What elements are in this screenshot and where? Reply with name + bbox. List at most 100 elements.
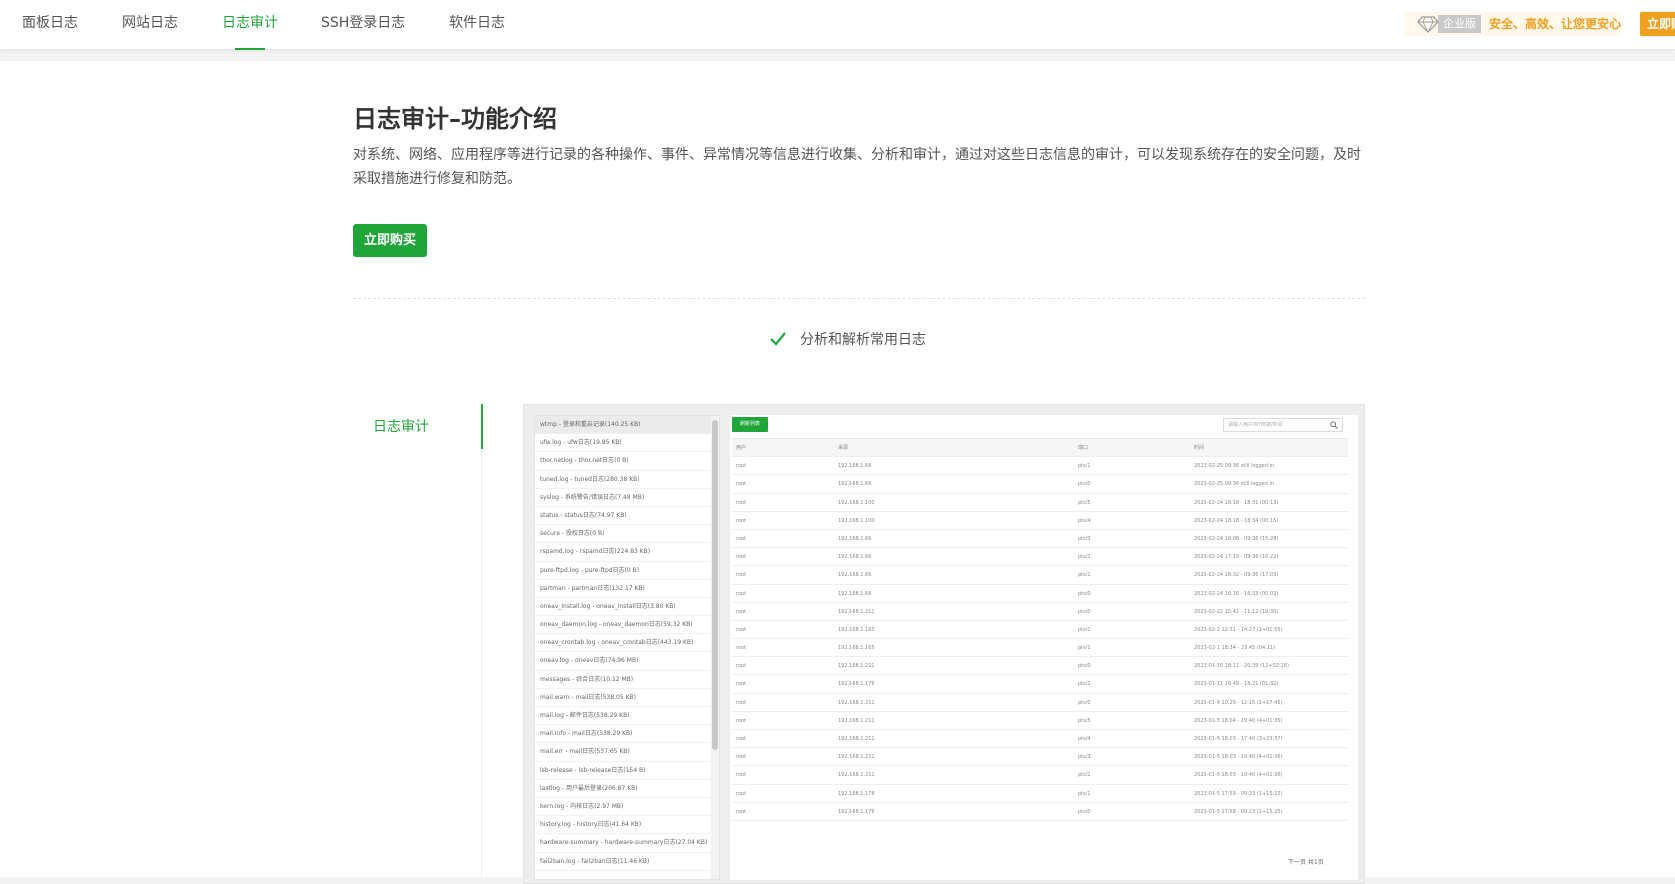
log-file-item: partman - partman日志(132.17 KB): [535, 580, 711, 598]
table-cell: 2023-01-5 17:59 - 09:23 (1+15:23): [1194, 790, 1283, 797]
column-source: 来源: [838, 445, 849, 451]
table-row: root 192.168.1.66 pts/1 2023-02-24 16:32 - …: [732, 566, 1348, 585]
table-cell: root: [736, 572, 747, 579]
column-time: 时间: [1194, 445, 1205, 451]
table-cell: 2023-01-5 18:04 - 19:40 (4+01:35): [1194, 717, 1283, 724]
table-row: root 192.168.1.66 pts/3 2023-02-24 18:08 - …: [732, 530, 1348, 549]
table-cell: 2023-01-5 18:03 - 17:40 (3+23:37): [1194, 736, 1283, 742]
table-cell: root: [736, 754, 747, 761]
column-user: 用户: [736, 445, 747, 451]
table-row: root 192.168.1.165 pts/1 2023-02-1 18:34 - …: [732, 639, 1348, 658]
table-cell: 2023-02-24 17:13 - 09:36 (16:22): [1194, 554, 1279, 561]
table-cell: 192.168.1.66: [838, 554, 872, 561]
refresh-list-button: 刷新列表: [732, 417, 768, 432]
pagination: 下一页 共1页: [1288, 859, 1324, 866]
table-cell: root: [736, 663, 747, 670]
table-row: root 192.168.1.66 pts/1 2023-02-25 09:36 st…: [732, 457, 1348, 476]
table-cell: root: [736, 481, 747, 488]
dashed-divider: [353, 298, 1365, 299]
table-header: 用户 来源 端口 时间: [732, 439, 1348, 458]
table-cell: 192.168.1.165: [838, 645, 875, 652]
search-input: 请输入用户/IP/终端/时间: [1223, 418, 1343, 432]
table-cell: 192.168.1.66: [838, 590, 872, 597]
table-cell: 192.168.1.100: [838, 517, 875, 524]
log-file-item: kern.log - 内核日志(2.97 MB): [535, 798, 711, 817]
table-cell: pts/4: [1078, 517, 1091, 524]
table-cell: root: [736, 772, 747, 779]
table-cell: 2023-01-9 10:29 - 12:15 (2+17:45): [1194, 699, 1283, 706]
table-cell: root: [736, 790, 747, 797]
table-cell: 192.168.1.66: [838, 481, 872, 488]
log-file-list: wtmp - 登录和重启记录(140.25 KB) ufw.log - ufw日志…: [534, 415, 720, 880]
table-cell: root: [736, 717, 747, 724]
table-cell: pts/0: [1078, 808, 1091, 815]
enterprise-badge: 企业版: [1438, 15, 1481, 33]
table-row: root 192.168.1.211 pts/0 2023-01-30 18:11 -…: [732, 657, 1348, 676]
table-cell: pts/1: [1078, 790, 1091, 797]
tab-software-log[interactable]: 软件日志: [449, 0, 505, 50]
log-file-item: fail2ban.log - fail2ban日志(11.46 KB): [535, 853, 711, 871]
table-row: root 192.168.1.100 pts/5 2023-02-24 18:18 -…: [732, 494, 1348, 512]
table-cell: pts/1: [1078, 463, 1091, 470]
tab-ssh-login-log[interactable]: SSH登录日志: [321, 0, 405, 50]
table-cell: root: [736, 736, 747, 742]
table-cell: 192.168.1.211: [838, 754, 875, 761]
log-file-item: history.log - history日志(41.64 KB): [535, 816, 711, 835]
table-row: root 192.168.1.178 pts/2 2023-01-11 16:49 -…: [732, 675, 1348, 694]
table-cell: root: [736, 463, 747, 470]
table-row: root 192.168.1.66 pts/0 2023-02-24 16:30 - …: [732, 585, 1348, 603]
search-icon: [1330, 421, 1338, 429]
feature-description: 对系统、网络、应用程序等进行记录的各种操作、事件、异常情况等信息进行收集、分析和…: [353, 147, 1361, 187]
table-cell: pts/0: [1078, 481, 1091, 488]
table-cell: 2023-01-5 18:03 - 19:40 (4+01:36): [1194, 772, 1283, 779]
table-row: root 192.168.1.66 pts/2 2023-02-24 17:13 - …: [732, 548, 1348, 567]
tab-site-log[interactable]: 网站日志: [122, 0, 178, 50]
table-row: root 192.168.1.211 pts/5 2023-01-5 18:04 - …: [732, 712, 1348, 730]
table-cell: 2023-02-24 18:08 - 09:36 (15:28): [1194, 535, 1279, 542]
table-cell: 192.168.1.165: [838, 626, 875, 633]
table-cell: 2023-02-22 15:41 - 11:12 (19:30): [1194, 608, 1279, 615]
table-cell: 2023-02-2 12:31 - 14:27 (1+01:55): [1194, 626, 1283, 633]
table-cell: 192.168.1.211: [838, 717, 875, 724]
table-row: root 192.168.1.66 pts/0 2023-02-25 09:36 st…: [732, 475, 1348, 494]
table-cell: 192.168.1.100: [838, 499, 875, 506]
table-cell: 2023-02-24 18:18 - 18:34 (00:15): [1194, 517, 1279, 524]
tab-panel-log[interactable]: 面板日志: [22, 0, 78, 50]
log-file-item: lastlog - 用户最后登录(206.87 KB): [535, 780, 711, 798]
log-file-item: wtmp - 登录和重启记录(140.25 KB): [535, 416, 711, 435]
side-tab-log-audit[interactable]: 日志审计: [353, 404, 483, 449]
table-cell: pts/2: [1078, 772, 1091, 779]
log-file-item: mail.info - mail日志(538.29 KB): [535, 725, 711, 744]
log-file-item: thor.netlog - thor.net日志(0 B): [535, 452, 711, 471]
buy-now-button[interactable]: 立即购买: [353, 224, 427, 257]
diamond-icon: [1417, 16, 1439, 33]
table-cell: 2023-02-24 16:32 - 09:36 (17:03): [1194, 572, 1279, 579]
buy-now-top-button[interactable]: 立即购买: [1640, 12, 1675, 36]
table-row: root 192.168.1.211 pts/4 2023-01-5 18:03 - …: [732, 730, 1348, 749]
table-cell: pts/0: [1078, 608, 1091, 615]
table-cell: root: [736, 535, 747, 542]
table-cell: 2023-02-1 18:34 - 23:45 (04:11): [1194, 645, 1276, 652]
table-cell: 192.168.1.211: [838, 772, 875, 779]
table-cell: 2023-01-11 16:49 - 18:21 (01:32): [1194, 681, 1279, 688]
table-cell: pts/0: [1078, 663, 1091, 670]
table-row: root 192.168.1.178 pts/0 2023-01-5 17:58 - …: [732, 803, 1348, 821]
table-row: root 192.168.1.100 pts/4 2023-02-24 18:18 -…: [732, 512, 1348, 530]
log-file-item: mail.err - mail日志(537.65 KB): [535, 743, 711, 762]
log-file-item: oneav.log - oneav日志(74.96 MB): [535, 652, 711, 671]
table-cell: root: [736, 608, 747, 615]
table-cell: pts/2: [1078, 681, 1091, 688]
table-row: root 192.168.1.211 pts/0 2023-01-9 10:29 - …: [732, 694, 1348, 712]
table-cell: 2023-01-30 18:11 - 20:39 (12+02:28): [1194, 663, 1289, 670]
table-cell: 192.168.1.211: [838, 699, 875, 706]
table-cell: pts/0: [1078, 590, 1091, 597]
table-cell: root: [736, 808, 747, 815]
table-cell: 2023-02-25 09:36 still logged in: [1194, 463, 1275, 470]
tab-log-audit[interactable]: 日志审计: [222, 0, 278, 50]
table-cell: pts/2: [1078, 554, 1091, 561]
log-file-item: pure-ftpd.log - pure-ftpd日志(0 B): [535, 562, 711, 580]
table-cell: pts/5: [1078, 499, 1091, 506]
side-tab-label: 日志审计: [373, 419, 429, 435]
table-row: root 192.168.1.165 pts/1 2023-02-2 12:31 - …: [732, 621, 1348, 640]
table-cell: 192.168.1.178: [838, 681, 875, 688]
